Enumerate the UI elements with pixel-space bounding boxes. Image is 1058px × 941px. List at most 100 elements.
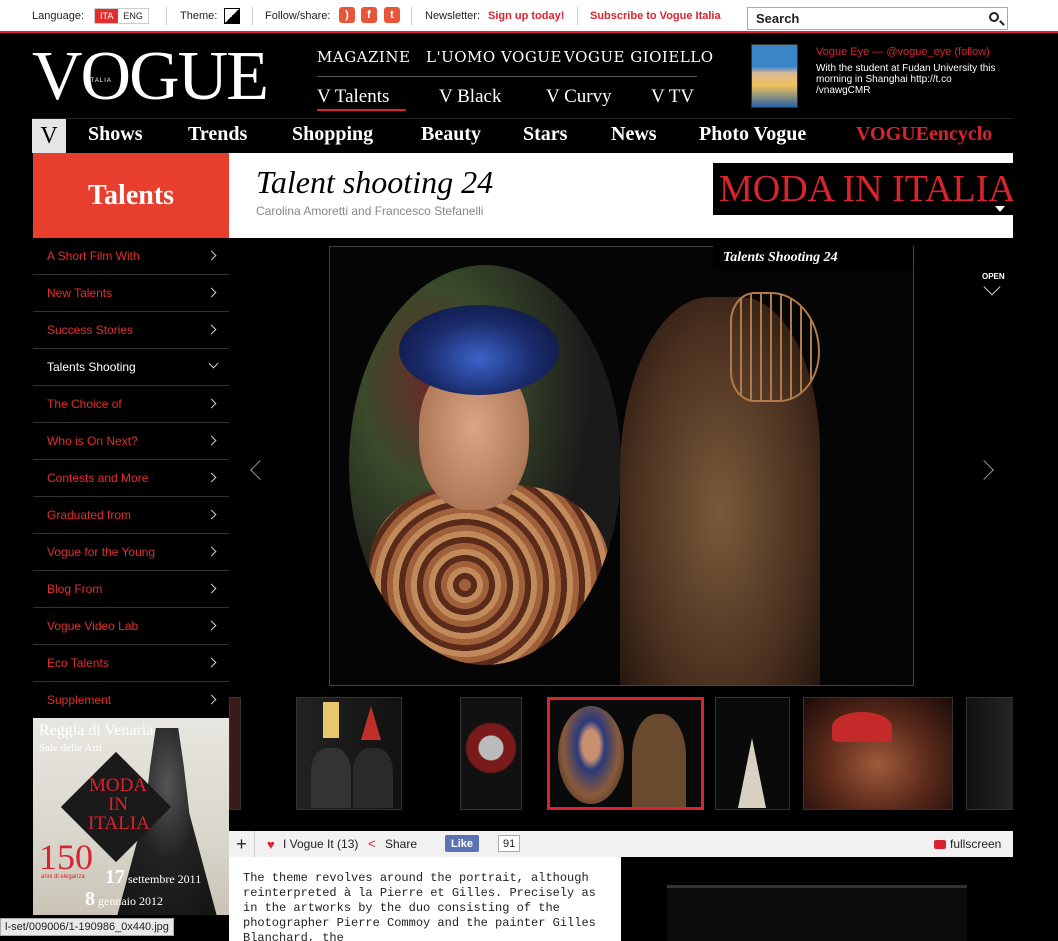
share-icon[interactable]: < <box>368 836 376 851</box>
sidebar-item[interactable]: Blog From <box>33 571 229 608</box>
ad-date2: 8 gennaio 2012 <box>85 888 163 911</box>
chevron-right-icon <box>206 694 217 705</box>
thumb-figure <box>311 748 351 808</box>
cage-mask <box>730 292 820 402</box>
sidebar-item-label: The Choice of <box>47 397 122 411</box>
topnav-item[interactable]: L'UOMO VOGUE <box>426 48 562 66</box>
dropdown-arrow-icon[interactable] <box>995 206 1005 212</box>
gallery-prev-arrow-icon[interactable] <box>250 460 270 480</box>
sidebar-item[interactable]: New Talents <box>33 275 229 312</box>
sidebar-item[interactable]: Contests and More <box>33 460 229 497</box>
theme-toggle-icon[interactable] <box>224 8 240 24</box>
nav-beauty[interactable]: Beauty <box>421 123 481 146</box>
thumb-figure <box>632 714 686 807</box>
i-vogue-it-button[interactable]: I Vogue It (13) <box>283 837 358 851</box>
like-label: Like <box>451 838 474 850</box>
topnav-item[interactable]: VOGUE GIOIELLO <box>564 48 714 66</box>
vogue-eye-title[interactable]: Vogue Eye — @vogue_eye (follow) <box>816 46 990 58</box>
gallery-next-arrow-icon[interactable] <box>974 460 994 480</box>
sidebar-item-label: Who is On Next? <box>47 434 138 448</box>
video-player[interactable] <box>667 885 967 941</box>
ad-date1: 17 settembre 2011 <box>105 866 201 889</box>
thumbnail[interactable] <box>803 697 953 810</box>
ad-150: 150 <box>39 837 93 877</box>
chevron-right-icon <box>206 509 217 520</box>
nav-trends[interactable]: Trends <box>188 123 247 146</box>
fullscreen-icon[interactable] <box>934 840 946 849</box>
portrait-turban <box>399 305 559 395</box>
thumbnail[interactable] <box>715 697 790 810</box>
nav-photo-vogue[interactable]: Photo Vogue <box>699 123 806 146</box>
section-title: Talents <box>33 153 229 238</box>
subnav-item[interactable]: V TV <box>651 86 694 108</box>
add-plus-icon[interactable]: + <box>229 831 255 857</box>
follow-label: Follow/share: <box>265 10 331 22</box>
ad-eleganza: anni di eleganza <box>41 874 85 880</box>
twitter-icon[interactable]: t <box>384 7 400 23</box>
chevron-right-icon <box>206 620 217 631</box>
moda-in-italia-banner[interactable]: MODA IN ITALIA <box>713 163 1013 215</box>
top-bar: Language: ITA ENG Theme: Follow/share: )… <box>0 0 1058 33</box>
vogue-logo[interactable]: VOGUE <box>32 42 269 112</box>
sidebar-item[interactable]: The Choice of <box>33 386 229 423</box>
heart-icon[interactable]: ♥ <box>267 837 275 852</box>
subscribe-link[interactable]: Subscribe to Vogue Italia <box>590 10 721 22</box>
chevron-right-icon <box>206 657 217 668</box>
signup-link[interactable]: Sign up today! <box>488 10 564 22</box>
sidebar-item[interactable]: Success Stories <box>33 312 229 349</box>
thumbnail[interactable] <box>229 697 241 810</box>
home-v-button[interactable]: V <box>32 119 66 153</box>
article-title: Talent shooting 24 <box>256 164 494 200</box>
chevron-right-icon <box>206 398 217 409</box>
thumb-hat <box>361 706 381 740</box>
facebook-like-button[interactable]: Like <box>445 835 480 852</box>
vogue-eye-photo[interactable] <box>751 44 798 108</box>
thumbnail-selected[interactable] <box>547 697 704 810</box>
sidebar-item[interactable]: Supplement <box>33 682 229 719</box>
ad-date2-day: 8 <box>85 888 95 910</box>
share-button[interactable]: Share <box>385 837 417 851</box>
sidebar-item-label: Blog From <box>47 582 103 596</box>
sidebar-item[interactable]: Who is On Next? <box>33 423 229 460</box>
subnav-item[interactable]: V Curvy <box>546 86 612 108</box>
sidebar-item-label: Talents Shooting <box>47 360 136 374</box>
sidebar-item[interactable]: Vogue for the Young <box>33 534 229 571</box>
sidebar-item[interactable]: A Short Film With <box>33 238 229 275</box>
subnav-item[interactable]: V Talents <box>317 86 389 108</box>
subnav-item[interactable]: V Black <box>439 86 501 108</box>
lang-eng-button[interactable]: ENG <box>118 9 148 23</box>
thumbnail[interactable] <box>296 697 402 810</box>
nav-news[interactable]: News <box>611 123 657 146</box>
topnav-item[interactable]: MAGAZINE <box>317 48 410 66</box>
vogue-eye-text[interactable]: With the student at Fudan University thi… <box>816 63 1006 96</box>
chevron-right-icon <box>206 250 217 261</box>
nav-stars[interactable]: Stars <box>523 123 567 146</box>
search-input[interactable]: Search <box>747 7 1008 30</box>
rss-icon[interactable]: ) <box>339 7 355 23</box>
open-chevron-icon[interactable] <box>983 278 1001 296</box>
sidebar-item-label: Supplement <box>47 693 112 707</box>
sidebar: A Short Film With New Talents Success Stor… <box>33 238 229 719</box>
sidebar-item[interactable]: Eco Talents <box>33 645 229 682</box>
nav-vogue-encyclo[interactable]: VOGUEencyclo <box>856 123 992 146</box>
action-bar: + ♥ I Vogue It (13) < Share Like 91 full… <box>229 831 1013 857</box>
thumb-oval <box>558 706 624 804</box>
lang-ita-button[interactable]: ITA <box>95 9 119 23</box>
nav-shopping[interactable]: Shopping <box>292 123 373 146</box>
video-box[interactable] <box>621 857 1013 941</box>
search-icon[interactable] <box>989 12 999 22</box>
gallery-main-image[interactable] <box>329 246 914 686</box>
thumbnail[interactable] <box>966 697 1013 810</box>
divider <box>252 7 253 25</box>
advertisement[interactable]: Reggia di Venaria Sale delle Arti MODA I… <box>33 718 229 915</box>
sidebar-item[interactable]: Graduated from <box>33 497 229 534</box>
article-subtitle: Carolina Amoretti and Francesco Stefanel… <box>256 204 484 218</box>
sidebar-item[interactable]: Talents Shooting <box>33 349 229 386</box>
sidebar-item[interactable]: Vogue Video Lab <box>33 608 229 645</box>
thumbnail-strip <box>229 697 1013 812</box>
thumbnail[interactable] <box>460 697 522 810</box>
facebook-icon[interactable]: f <box>361 7 377 23</box>
sidebar-item-label: A Short Film With <box>47 249 140 263</box>
nav-shows[interactable]: Shows <box>88 123 142 146</box>
fullscreen-button[interactable]: fullscreen <box>950 837 1001 851</box>
